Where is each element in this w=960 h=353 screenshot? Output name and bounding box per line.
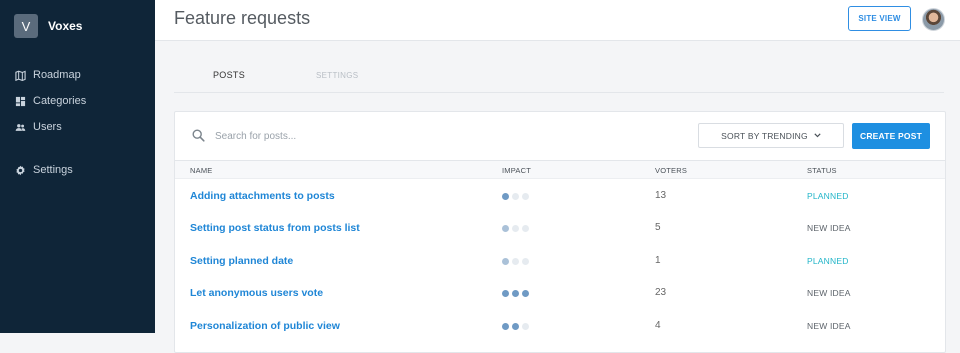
sidebar-item-label: Roadmap [33,69,81,81]
voter-count: 23 [655,287,667,299]
tab-posts[interactable]: POSTS [213,70,245,80]
sidebar-item-settings[interactable]: Settings [0,157,155,183]
sidebar-item-categories[interactable]: Categories [0,88,155,114]
table-row[interactable]: Let anonymous users vote 23 NEW IDEA [175,276,945,308]
brand-name[interactable]: Voxes [48,19,82,33]
post-title[interactable]: Personalization of public view [190,320,340,332]
post-title[interactable]: Adding attachments to posts [190,190,335,202]
tab-settings[interactable]: SETTINGS [316,71,358,80]
column-header-name[interactable]: NAME [190,166,212,175]
impact-indicator [502,290,529,298]
impact-dot [512,322,519,330]
brand[interactable]: V Voxes [0,0,155,45]
sidebar-item-label: Settings [33,164,73,176]
impact-dot [512,257,519,265]
map-icon [15,70,26,81]
posts-toolbar: SORT BY TRENDING CREATE POST [175,112,945,161]
impact-dot [502,257,509,265]
create-post-button[interactable]: CREATE POST [852,123,930,149]
users-icon [15,122,26,133]
impact-dot [502,225,509,233]
status-badge: NEW IDEA [807,223,851,234]
impact-dot [502,290,509,298]
column-header-impact[interactable]: IMPACT [502,166,531,175]
sidebar-item-roadmap[interactable]: Roadmap [0,62,155,88]
top-header: Feature requests SITE VIEW [155,0,960,41]
sidebar-item-users[interactable]: Users [0,114,155,140]
status-badge: NEW IDEA [807,320,851,331]
impact-dot [522,322,529,330]
impact-dot [512,193,519,200]
chevron-down-icon [814,133,821,138]
impact-dot [522,290,529,298]
sidebar-item-label: Categories [33,95,87,107]
impact-indicator [502,225,529,233]
posts-table-body: Adding attachments to posts 13 PLANNED S… [175,179,945,341]
impact-dot [522,257,529,265]
posts-card: SORT BY TRENDING CREATE POST NAME IMPACT… [174,111,946,353]
impact-indicator [502,193,529,200]
sort-label: SORT BY TRENDING [721,130,808,141]
status-badge: PLANNED [807,191,849,201]
page-title: Feature requests [174,8,311,28]
table-row[interactable]: Personalization of public view 4 NEW IDE… [175,309,945,341]
voter-count: 1 [655,254,661,266]
table-row[interactable]: Setting planned date 1 PLANNED [175,244,945,276]
column-header-voters[interactable]: VOTERS [655,166,687,175]
post-title[interactable]: Setting planned date [190,255,293,267]
table-header: NAME IMPACT VOTERS STATUS [175,161,945,179]
avatar[interactable] [922,8,945,31]
impact-dot [522,193,529,200]
status-badge: NEW IDEA [807,288,851,299]
post-title[interactable]: Setting post status from posts list [190,222,360,234]
voter-count: 4 [655,319,661,331]
impact-dot [522,225,529,233]
sidebar: V Voxes Roadmap Categories Users Setting… [0,0,155,333]
column-header-status[interactable]: STATUS [807,166,837,175]
sort-dropdown[interactable]: SORT BY TRENDING [698,123,844,148]
impact-dot [502,322,509,330]
voter-count: 13 [655,190,667,201]
search-icon [192,129,205,147]
impact-dot [512,290,519,298]
gear-icon [15,165,26,176]
post-title[interactable]: Let anonymous users vote [190,287,323,299]
impact-indicator [502,257,529,265]
dashboard-icon [15,96,26,107]
search-input[interactable] [213,126,517,146]
impact-indicator [502,322,529,330]
site-view-button[interactable]: SITE VIEW [848,6,911,31]
brand-badge[interactable]: V [14,14,38,38]
impact-dot [502,193,509,200]
sidebar-nav: Roadmap Categories Users Settings [0,62,155,183]
status-badge: PLANNED [807,255,849,266]
impact-dot [512,225,519,233]
table-row[interactable]: Setting post status from posts list 5 NE… [175,211,945,243]
tab-bar: POSTS SETTINGS [174,62,944,93]
table-row[interactable]: Adding attachments to posts 13 PLANNED [175,179,945,211]
voter-count: 5 [655,222,661,234]
sidebar-item-label: Users [33,121,62,133]
